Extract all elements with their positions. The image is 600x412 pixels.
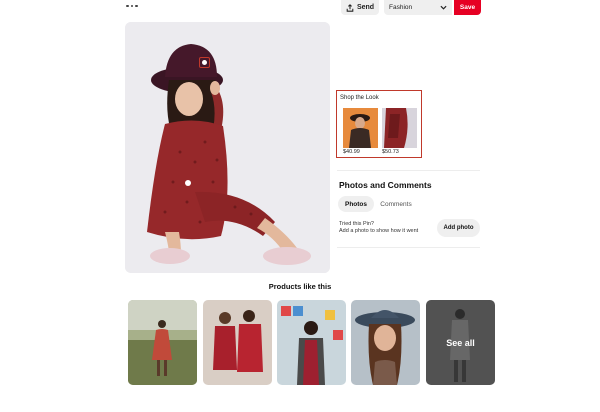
chevron-down-icon bbox=[440, 5, 447, 10]
tried-pin-question: Tried this Pin? bbox=[339, 221, 374, 227]
shop-item-2[interactable] bbox=[382, 108, 417, 148]
tag-dot-icon bbox=[202, 60, 207, 65]
send-label: Send bbox=[356, 4, 375, 11]
pin-main-image[interactable] bbox=[125, 22, 330, 273]
shop-the-look-panel: Shop the Look $40.99 $50.73 bbox=[336, 90, 422, 158]
see-all-card[interactable]: See all bbox=[426, 300, 495, 385]
product-card-3[interactable] bbox=[277, 300, 346, 385]
photos-comments-title: Photos and Comments bbox=[339, 180, 432, 190]
product-card-2[interactable] bbox=[203, 300, 272, 385]
shop-item-1-price: $40.99 bbox=[343, 149, 360, 155]
divider bbox=[337, 170, 480, 171]
product-tag-marker[interactable] bbox=[199, 57, 210, 68]
shop-the-look-title: Shop the Look bbox=[340, 95, 379, 101]
send-button[interactable]: Send bbox=[341, 0, 379, 15]
board-select-value: Fashion bbox=[389, 4, 413, 11]
product-card-1[interactable] bbox=[128, 300, 197, 385]
ellipsis-dot bbox=[135, 4, 138, 8]
ellipsis-icon bbox=[126, 4, 129, 8]
tab-photos[interactable]: Photos bbox=[338, 196, 374, 212]
see-all-label: See all bbox=[446, 337, 475, 348]
board-select-dropdown[interactable]: Fashion bbox=[384, 0, 452, 15]
shop-item-1[interactable] bbox=[343, 108, 378, 148]
divider bbox=[337, 247, 480, 248]
ellipsis-dot bbox=[130, 4, 133, 8]
more-options-button[interactable] bbox=[126, 0, 140, 12]
product-card-4[interactable] bbox=[351, 300, 420, 385]
save-button[interactable]: Save bbox=[454, 0, 481, 15]
product-hotspot-dot[interactable] bbox=[185, 180, 191, 186]
tried-pin-hint: Add a photo to show how it went bbox=[339, 228, 419, 234]
products-like-this-title: Products like this bbox=[268, 282, 332, 291]
add-photo-button[interactable]: Add photo bbox=[437, 219, 480, 237]
tab-comments[interactable]: Comments bbox=[376, 196, 416, 212]
share-upload-icon bbox=[346, 3, 354, 12]
shop-item-2-price: $50.73 bbox=[382, 149, 399, 155]
